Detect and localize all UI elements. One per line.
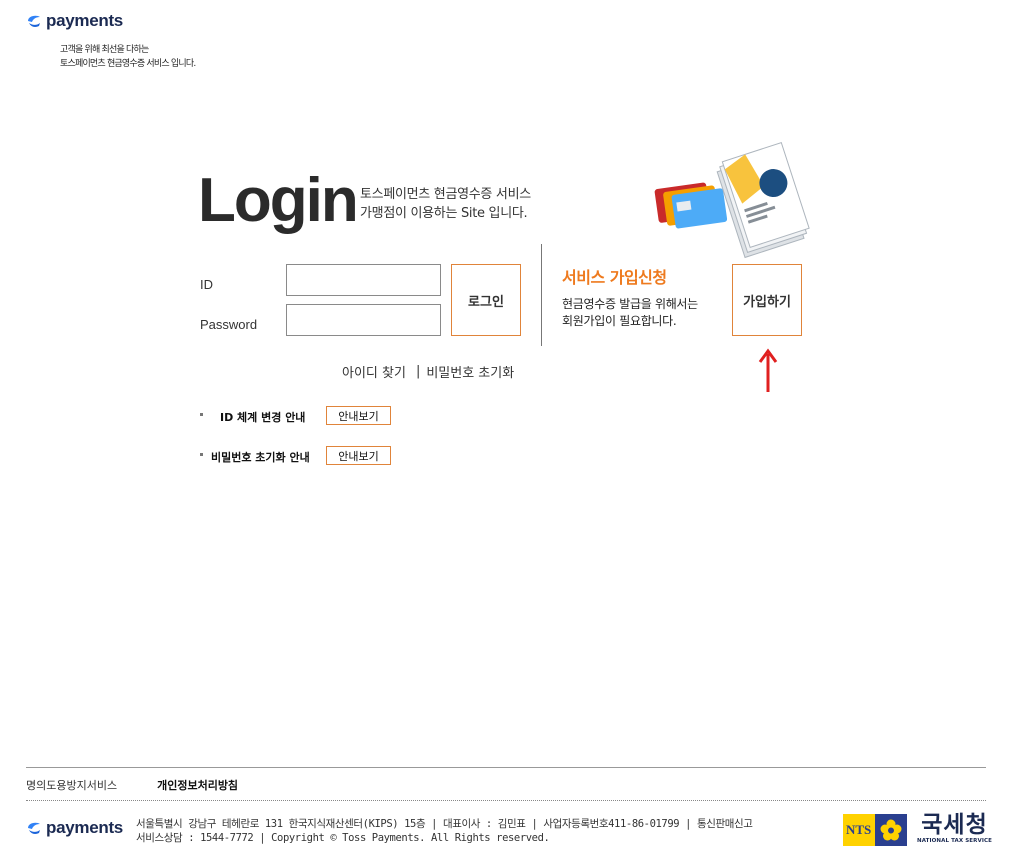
- nts-badge[interactable]: NTS: [843, 814, 907, 846]
- notice-password-reset-button[interactable]: 안내보기: [326, 446, 391, 465]
- notice-label: ID 체계 변경 안내: [220, 411, 306, 424]
- notice-id-change-button[interactable]: 안내보기: [326, 406, 391, 425]
- company-info-line1: 서울특별시 강남구 테헤란로 131 한국지식재산센터(KIPS) 15층 | …: [136, 818, 753, 830]
- bullet-icon: [200, 453, 203, 456]
- signup-button[interactable]: 가입하기: [732, 264, 802, 336]
- footer-links: 명의도용방지서비스 개인정보처리방침: [26, 777, 238, 793]
- company-info-line2: 서비스상담 : 1544-7772 | Copyright © Toss Pay…: [136, 832, 550, 844]
- login-desc-line1: 토스페이먼츠 현금영수증 서비스: [360, 187, 531, 202]
- company-info: 서울특별시 강남구 테헤란로 131 한국지식재산센터(KIPS) 15층 | …: [136, 817, 753, 845]
- nts-name: 국세청 NATIONAL TAX SERVICE: [917, 812, 992, 844]
- password-input[interactable]: [286, 304, 441, 336]
- footer-dotted-divider: [26, 800, 986, 801]
- login-description: 토스페이먼츠 현금영수증 서비스 가맹점이 이용하는 Site 입니다.: [360, 185, 531, 223]
- arrow-up-icon: [758, 348, 778, 392]
- nts-emblem-icon: [875, 814, 907, 846]
- notice-password-reset: 비밀번호 초기화 안내: [200, 449, 320, 464]
- identity-theft-prevention-link[interactable]: 명의도용방지서비스: [26, 777, 117, 793]
- find-links: 아이디 찾기 | 비밀번호 초기화: [342, 362, 514, 381]
- footer-payments-logo: payments: [26, 818, 123, 838]
- login-button[interactable]: 로그인: [451, 264, 521, 336]
- signup-title: 서비스 가입신청: [562, 268, 667, 287]
- signup-description: 현금영수증 발급을 위해서는 회원가입이 필요합니다.: [562, 296, 698, 330]
- cards-illustration: [654, 141, 810, 259]
- tagline-line1: 고객을 위해 최선을 다하는: [60, 45, 149, 55]
- link-separator: |: [415, 364, 421, 379]
- id-input[interactable]: [286, 264, 441, 296]
- notice-id-change: ID 체계 변경 안내: [200, 409, 320, 424]
- toss-logo-icon: [28, 15, 40, 27]
- password-label: Password: [200, 317, 258, 332]
- tagline: 고객을 위해 최선을 다하는 토스페이먼츠 현금영수증 서비스 입니다.: [60, 43, 196, 71]
- signup-desc-line1: 현금영수증 발급을 위해서는: [562, 297, 698, 311]
- signup-desc-line2: 회원가입이 필요합니다.: [562, 314, 677, 328]
- nts-abbr: NTS: [846, 822, 872, 837]
- footer-logo-text: payments: [46, 818, 123, 837]
- notice-label: 비밀번호 초기화 안내: [211, 451, 310, 464]
- footer-divider: [26, 767, 986, 768]
- vertical-divider: [541, 244, 542, 346]
- nts-korean-name: 국세청: [921, 812, 988, 838]
- login-title: Login: [198, 166, 359, 235]
- bullet-icon: [200, 413, 203, 416]
- logo-text: payments: [46, 11, 123, 30]
- id-label: ID: [200, 277, 213, 292]
- find-id-link[interactable]: 아이디 찾기: [342, 362, 406, 381]
- login-desc-line2: 가맹점이 이용하는 Site 입니다.: [360, 206, 528, 221]
- toss-logo-icon: [28, 822, 40, 834]
- payments-logo[interactable]: payments: [26, 11, 123, 31]
- nts-english-name: NATIONAL TAX SERVICE: [917, 838, 992, 844]
- privacy-policy-link[interactable]: 개인정보처리방침: [157, 777, 238, 793]
- tagline-line2: 토스페이먼츠 현금영수증 서비스 입니다.: [60, 59, 196, 69]
- reset-password-link[interactable]: 비밀번호 초기화: [426, 362, 514, 381]
